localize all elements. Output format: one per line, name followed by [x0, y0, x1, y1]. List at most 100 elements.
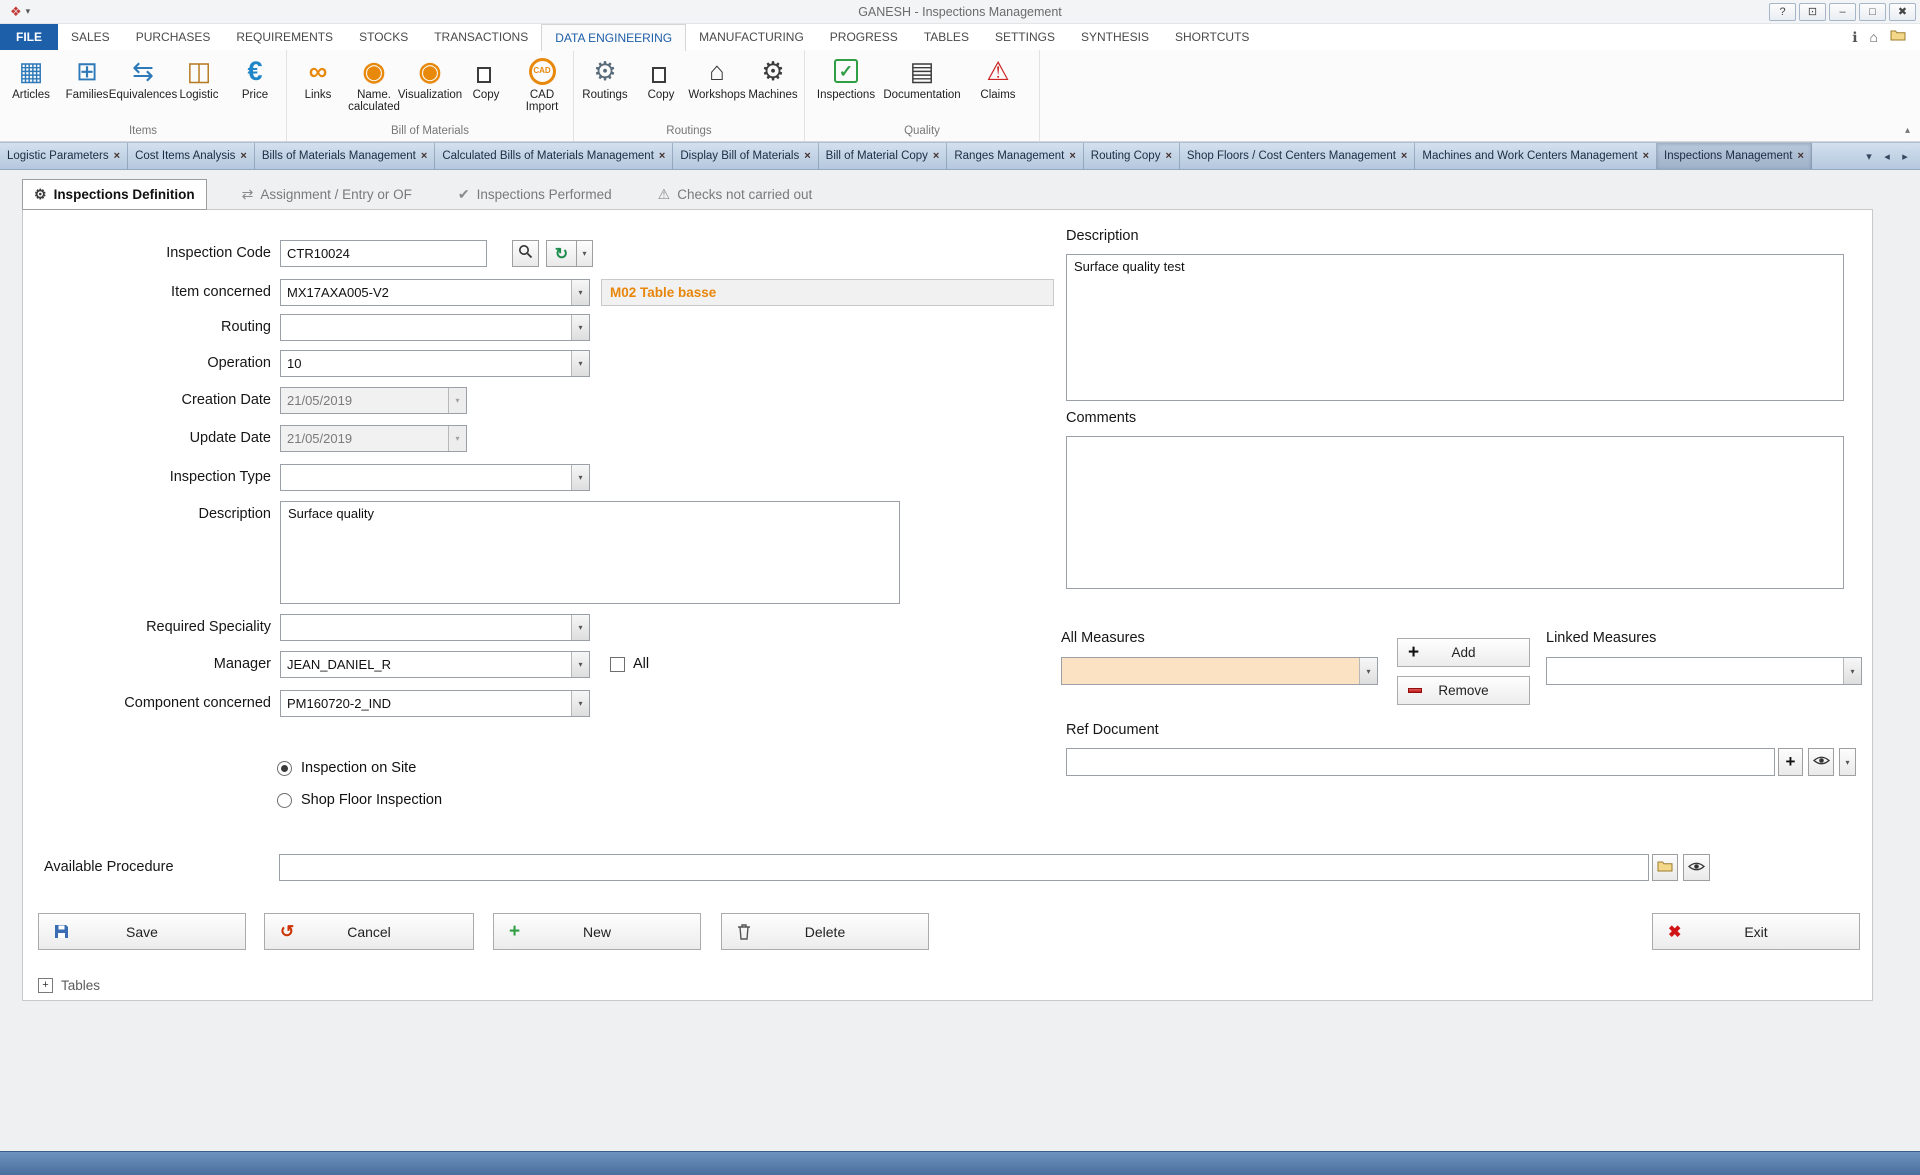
ribbon-item-claims[interactable]: ⚠ Claims — [960, 52, 1036, 101]
ribbon-item-copy-routing[interactable]: Copy — [633, 52, 689, 101]
tab-ranges-management[interactable]: Ranges Management× — [947, 143, 1083, 169]
tab-cost-items-analysis[interactable]: Cost Items Analysis× — [128, 143, 255, 169]
maximize-button[interactable]: □ — [1859, 3, 1886, 21]
menu-transactions[interactable]: TRANSACTIONS — [421, 24, 541, 50]
close-tab-icon[interactable]: × — [804, 150, 810, 162]
menu-tables[interactable]: TABLES — [911, 24, 982, 50]
close-tab-icon[interactable]: × — [1069, 150, 1075, 162]
view-procedure-button[interactable] — [1683, 854, 1710, 881]
close-tab-icon[interactable]: × — [114, 150, 120, 162]
ribbon-item-routings[interactable]: ⚙ Routings — [577, 52, 633, 101]
tab-logistic-parameters[interactable]: Logistic Parameters× — [0, 143, 128, 169]
cancel-button[interactable]: ↺ Cancel — [264, 913, 474, 950]
remove-measure-button[interactable]: Remove — [1397, 676, 1530, 705]
tab-inspections-management[interactable]: Inspections Management× — [1657, 143, 1812, 169]
menu-synthesis[interactable]: SYNTHESIS — [1068, 24, 1162, 50]
ribbon-item-machines[interactable]: ⚙ Machines — [745, 52, 801, 101]
chevron-down-icon[interactable]: ▾ — [571, 691, 589, 716]
menu-shortcuts[interactable]: SHORTCUTS — [1162, 24, 1262, 50]
chevron-down-icon[interactable]: ▾ — [571, 652, 589, 677]
ribbon-item-articles[interactable]: ▦ Articles — [3, 52, 59, 101]
close-tab-icon[interactable]: × — [1798, 150, 1804, 162]
browse-procedure-button[interactable] — [1652, 854, 1678, 881]
close-button[interactable]: ✖ — [1889, 3, 1916, 21]
add-measure-button[interactable]: + Add — [1397, 638, 1530, 667]
subtab-inspections-definition[interactable]: ⚙ Inspections Definition — [22, 179, 207, 210]
close-tab-icon[interactable]: × — [240, 150, 246, 162]
subtab-inspections-performed[interactable]: ✔ Inspections Performed — [447, 179, 623, 210]
tab-list-icon[interactable]: ▾ — [1862, 150, 1876, 163]
exit-button[interactable]: ✖ Exit — [1652, 913, 1860, 950]
home-icon[interactable]: ⌂ — [1870, 29, 1878, 45]
search-button[interactable] — [512, 240, 539, 267]
description-textarea[interactable]: Surface quality — [280, 501, 900, 604]
close-tab-icon[interactable]: × — [1165, 150, 1171, 162]
ref-document-dropdown-button[interactable]: ▾ — [1839, 748, 1856, 776]
pin-window-button[interactable]: ⊡ — [1799, 3, 1826, 21]
chevron-down-icon[interactable]: ▾ — [1359, 658, 1377, 684]
close-tab-icon[interactable]: × — [659, 150, 665, 162]
inspection-on-site-radio[interactable] — [277, 761, 292, 776]
subtab-assignment-entry-or-of[interactable]: ⇄ Assignment / Entry or OF — [231, 179, 423, 210]
tab-display-bill-of-materials[interactable]: Display Bill of Materials× — [673, 143, 818, 169]
chevron-down-icon[interactable]: ▾ — [571, 280, 589, 305]
required-speciality-select[interactable]: ▾ — [280, 614, 590, 641]
tab-shop-floors-cost-centers-management[interactable]: Shop Floors / Cost Centers Management× — [1180, 143, 1415, 169]
tab-bill-of-material-copy[interactable]: Bill of Material Copy× — [819, 143, 948, 169]
menu-manufacturing[interactable]: MANUFACTURING — [686, 24, 817, 50]
menu-stocks[interactable]: STOCKS — [346, 24, 421, 50]
menu-purchases[interactable]: PURCHASES — [123, 24, 224, 50]
tab-calculated-bills-of-materials-management[interactable]: Calculated Bills of Materials Management… — [435, 143, 673, 169]
available-procedure-input[interactable] — [279, 854, 1649, 881]
tables-expand-button[interactable]: + — [38, 978, 53, 993]
comments-textarea[interactable] — [1066, 436, 1844, 589]
tab-bills-of-materials-management[interactable]: Bills of Materials Management× — [255, 143, 435, 169]
menu-settings[interactable]: SETTINGS — [982, 24, 1068, 50]
manager-all-checkbox[interactable] — [610, 657, 625, 672]
folder-icon[interactable] — [1890, 28, 1906, 46]
new-button[interactable]: + New — [493, 913, 701, 950]
menu-progress[interactable]: PROGRESS — [817, 24, 911, 50]
info-icon[interactable]: ℹ — [1852, 29, 1857, 46]
inspection-type-select[interactable]: ▾ — [280, 464, 590, 491]
ribbon-item-name-calculated[interactable]: ◉ Name. calculated — [346, 52, 402, 113]
add-ref-document-button[interactable]: + — [1778, 748, 1803, 776]
quick-access-dropdown-icon[interactable]: ▾ — [26, 6, 31, 17]
refresh-dropdown-button[interactable]: ▾ — [576, 240, 593, 267]
routing-select[interactable]: ▾ — [280, 314, 590, 341]
close-tab-icon[interactable]: × — [933, 150, 939, 162]
ribbon-item-families[interactable]: ⊞ Families — [59, 52, 115, 101]
minimize-button[interactable]: – — [1829, 3, 1856, 21]
shop-floor-inspection-radio[interactable] — [277, 793, 292, 808]
right-description-textarea[interactable]: Surface quality test — [1066, 254, 1844, 401]
menu-sales[interactable]: SALES — [58, 24, 123, 50]
menu-requirements[interactable]: REQUIREMENTS — [223, 24, 346, 50]
tab-scroll-right-icon[interactable]: ▸ — [1898, 150, 1912, 163]
ribbon-item-copy-bom[interactable]: Copy — [458, 52, 514, 101]
subtab-checks-not-carried-out[interactable]: ⚠ Checks not carried out — [647, 179, 824, 210]
tab-machines-and-work-centers-management[interactable]: Machines and Work Centers Management× — [1415, 143, 1657, 169]
save-button[interactable]: Save — [38, 913, 246, 950]
tab-routing-copy[interactable]: Routing Copy× — [1084, 143, 1180, 169]
ribbon-item-equivalences[interactable]: ⇆ Equivalences — [115, 52, 171, 101]
chevron-down-icon[interactable]: ▾ — [1843, 658, 1861, 684]
delete-button[interactable]: Delete — [721, 913, 929, 950]
menu-file[interactable]: FILE — [0, 24, 58, 50]
operation-select[interactable]: 10 ▾ — [280, 350, 590, 377]
close-tab-icon[interactable]: × — [1401, 150, 1407, 162]
chevron-down-icon[interactable]: ▾ — [571, 351, 589, 376]
view-ref-document-button[interactable] — [1808, 748, 1834, 776]
ribbon-item-inspections[interactable]: ✓ Inspections — [808, 52, 884, 101]
ribbon-item-price[interactable]: € Price — [227, 52, 283, 101]
ribbon-item-links[interactable]: ∞ Links — [290, 52, 346, 101]
linked-measures-select[interactable]: ▾ — [1546, 657, 1862, 685]
chevron-down-icon[interactable]: ▾ — [571, 615, 589, 640]
item-concerned-select[interactable]: MX17AXA005-V2 ▾ — [280, 279, 590, 306]
all-measures-select[interactable]: ▾ — [1061, 657, 1378, 685]
refresh-button[interactable]: ↻ — [546, 240, 577, 267]
tab-scroll-left-icon[interactable]: ◂ — [1880, 150, 1894, 163]
chevron-down-icon[interactable]: ▾ — [571, 315, 589, 340]
ribbon-item-documentation[interactable]: ▤ Documentation — [884, 52, 960, 101]
menu-data-engineering[interactable]: DATA ENGINEERING — [541, 24, 686, 51]
inspection-code-input[interactable] — [280, 240, 487, 267]
